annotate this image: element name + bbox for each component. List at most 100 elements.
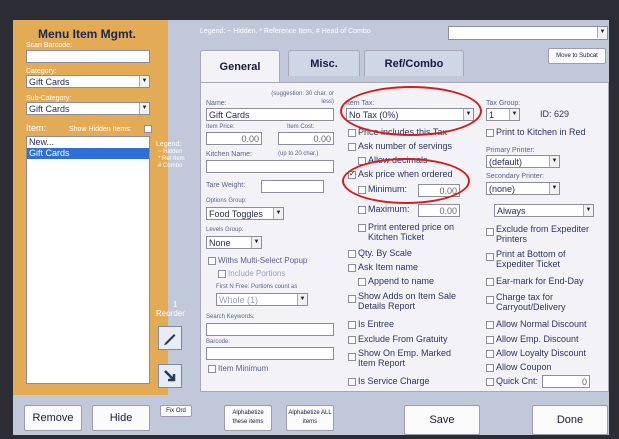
show-hidden-checkbox[interactable] <box>144 125 152 133</box>
chevron-down-icon: ▼ <box>509 109 519 120</box>
earmark-label: Ear-mark for End-Day <box>496 276 584 286</box>
always-select[interactable]: Always ▼ <box>494 204 594 217</box>
legend-text: Legend: ~ Hidden, * Reference Item, # He… <box>200 28 371 35</box>
allow-emp-label: Allow Emp. Discount <box>496 334 579 344</box>
secondary-printer-select[interactable]: (none) ▼ <box>486 182 560 195</box>
levels-select[interactable]: None ▼ <box>206 236 262 249</box>
include-portions-checkbox[interactable] <box>218 270 226 278</box>
allow-coupon-checkbox[interactable] <box>486 364 494 372</box>
name-input[interactable]: Gift Cards <box>206 108 334 121</box>
arrow-down-right-icon[interactable] <box>158 364 182 388</box>
exclude-gratuity-checkbox[interactable] <box>348 336 356 344</box>
exclude-expediter-checkbox[interactable] <box>486 228 494 236</box>
maximum-checkbox[interactable] <box>358 206 366 214</box>
quick-cnt-checkbox[interactable] <box>486 378 494 386</box>
save-button[interactable]: Save <box>404 405 480 435</box>
item-list[interactable]: New... Gift Cards <box>26 136 150 384</box>
list-item[interactable]: Gift Cards <box>27 148 149 159</box>
subcategory-value: Gift Cards <box>29 104 70 114</box>
first-n-value: Whole (1) <box>219 295 259 305</box>
earmark-checkbox[interactable] <box>486 278 494 286</box>
barcode-input[interactable] <box>206 347 334 360</box>
maximum-input[interactable]: 0.00 <box>418 204 460 217</box>
tab-ref-combo[interactable]: Ref/Combo <box>364 50 464 76</box>
show-emp-marked-checkbox[interactable] <box>348 353 356 361</box>
tax-group-label: Tax Group: <box>486 100 521 107</box>
tab-general[interactable]: General <box>200 50 280 83</box>
name-hint: (suggestion: 30 char. or less) <box>271 91 334 105</box>
item-minimum-checkbox[interactable] <box>208 365 216 373</box>
item-minimum-label: Item Minimum <box>218 364 269 373</box>
print-bottom-label: Print at Bottom of Expediter Ticket <box>496 249 566 269</box>
show-adds-checkbox[interactable] <box>348 295 356 303</box>
qty-scale-label: Qty. By Scale <box>358 248 412 258</box>
service-charge-checkbox[interactable] <box>348 378 356 386</box>
category-select[interactable]: Gift Cards ▼ <box>26 75 150 88</box>
price-includes-tax-checkbox[interactable] <box>348 129 356 137</box>
levels-label: Levels Group: <box>206 227 244 233</box>
ask-item-name-checkbox[interactable] <box>348 264 356 272</box>
highlight-ask-price <box>342 158 470 204</box>
highlight-item-tax <box>340 86 482 136</box>
cost-input[interactable]: 0.00 <box>278 132 334 145</box>
list-item[interactable]: New... <box>27 137 149 148</box>
scan-barcode-label: Scan Barcode: <box>26 42 72 49</box>
top-select[interactable]: ▼ <box>448 26 608 40</box>
allow-normal-checkbox[interactable] <box>486 321 494 329</box>
legend-line: # Combo <box>158 163 183 169</box>
maximum-label: Maximum: <box>368 204 410 214</box>
options-value: Food Toggles <box>209 209 263 219</box>
chevron-down-icon: ▼ <box>297 294 307 305</box>
is-entree-checkbox[interactable] <box>348 321 356 329</box>
item-label: Item: <box>26 123 47 133</box>
options-select[interactable]: Food Toggles ▼ <box>206 207 284 220</box>
scan-barcode-input[interactable] <box>26 50 150 63</box>
kitchen-name-input[interactable] <box>206 160 334 173</box>
print-kitchen-red-checkbox[interactable] <box>486 129 494 137</box>
subcategory-select[interactable]: Gift Cards ▼ <box>26 102 150 115</box>
tab-misc[interactable]: Misc. <box>288 50 360 76</box>
charge-tax-checkbox[interactable] <box>486 296 494 304</box>
item-id: ID: 629 <box>540 109 570 119</box>
exclude-gratuity-label: Exclude From Gratuity <box>358 334 448 344</box>
alphabetize-all-button[interactable]: Alphabetize ALL items <box>286 405 334 431</box>
move-to-subcat-button[interactable]: Move to Subcat <box>548 48 606 64</box>
hide-button[interactable]: Hide <box>92 405 150 431</box>
name-label: Name: <box>206 100 227 107</box>
append-name-label: Append to name <box>368 276 435 286</box>
multi-select-checkbox[interactable] <box>208 257 216 265</box>
charge-tax-label: Charge tax for Carryout/Delivery <box>496 292 566 312</box>
alphabetize-these-button[interactable]: Alphabetize these items <box>224 405 272 431</box>
append-name-checkbox[interactable] <box>358 278 366 286</box>
pencil-icon[interactable] <box>158 326 182 350</box>
fix-ord-button[interactable]: Fix Ord <box>160 405 192 417</box>
tax-group-value: 1 <box>489 110 495 120</box>
price-input[interactable]: 0.00 <box>206 132 262 145</box>
tax-group-select[interactable]: 1 ▼ <box>486 108 520 121</box>
app-window: Menu Item Mgmt. Legend: ~ Hidden, * Refe… <box>0 0 619 439</box>
done-button[interactable]: Done <box>532 405 608 435</box>
allow-normal-label: Allow Normal Discount <box>496 319 587 329</box>
first-n-select[interactable]: Whole (1) ▼ <box>216 293 308 306</box>
chevron-down-icon: ▼ <box>251 237 261 248</box>
primary-printer-select[interactable]: (default) ▼ <box>486 155 560 168</box>
show-adds-label: Show Adds on Item Sale Details Report <box>358 291 457 311</box>
tare-input[interactable] <box>261 180 324 193</box>
allow-loyalty-label: Allow Loyalty Discount <box>496 348 587 358</box>
primary-printer-label: Primary Printer: <box>486 147 535 154</box>
tare-label: Tare Weight: <box>206 182 246 189</box>
levels-value: None <box>209 238 231 248</box>
print-kitchen-red-label: Print to Kitchen in Red <box>496 127 586 137</box>
remove-button[interactable]: Remove <box>24 405 82 431</box>
quick-cnt-input[interactable]: 0 <box>542 375 590 388</box>
barcode-label: Barcode: <box>206 339 231 345</box>
print-price-checkbox[interactable] <box>358 224 366 232</box>
allow-emp-checkbox[interactable] <box>486 336 494 344</box>
qty-scale-checkbox[interactable] <box>348 250 356 258</box>
ask-servings-checkbox[interactable] <box>348 143 356 151</box>
allow-loyalty-checkbox[interactable] <box>486 350 494 358</box>
print-bottom-checkbox[interactable] <box>486 253 494 261</box>
allow-coupon-label: Allow Coupon <box>496 362 552 372</box>
search-keywords-input[interactable] <box>206 323 334 336</box>
chevron-down-icon: ▼ <box>273 208 283 219</box>
